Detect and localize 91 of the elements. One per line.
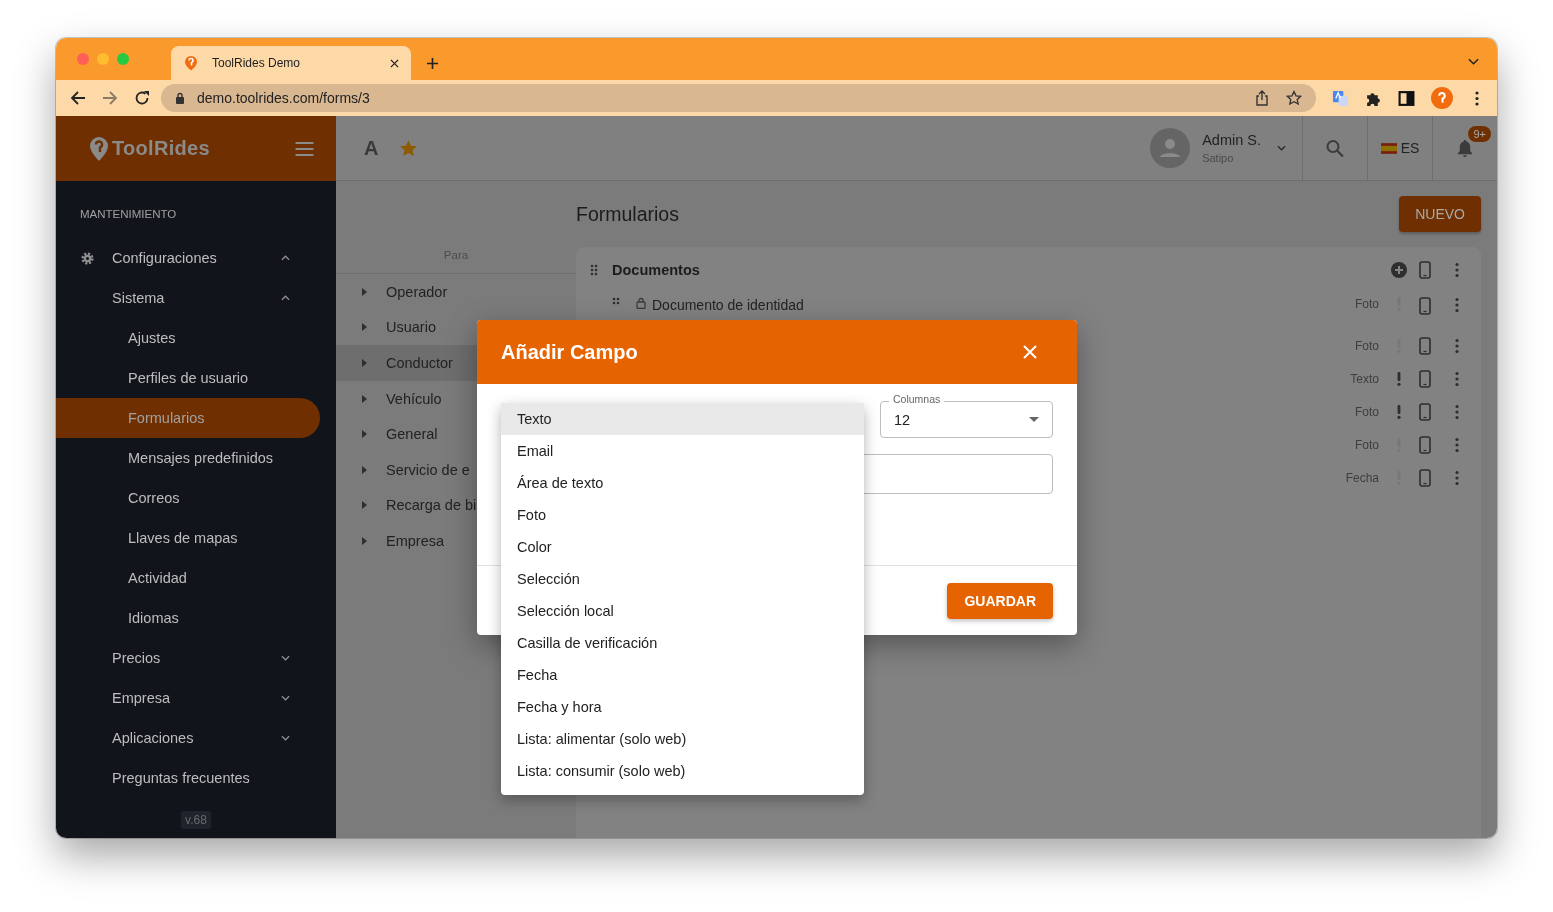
user-name: Admin S.: [1202, 132, 1261, 148]
language-button[interactable]: ES: [1368, 116, 1433, 180]
notification-badge: 9+: [1468, 126, 1491, 142]
phone-icon[interactable]: [1417, 468, 1433, 487]
share-icon[interactable]: [1254, 90, 1270, 106]
caret-right-icon: [362, 465, 367, 474]
close-icon[interactable]: [390, 58, 399, 68]
chevron-down-icon: [281, 735, 290, 741]
pin-logo-icon: [183, 55, 199, 71]
pin-logo-icon: [89, 135, 109, 162]
menu-icon[interactable]: [295, 141, 314, 156]
caret-right-icon: [362, 394, 367, 403]
phone-icon[interactable]: [1417, 297, 1433, 315]
section-heading: MANTENIMIENTO: [79, 207, 178, 222]
address-bar[interactable]: demo.toolrides.com/forms/3: [161, 84, 1316, 112]
drag-handle-icon[interactable]: [590, 264, 598, 276]
chevron-down-icon: [281, 655, 290, 661]
sidebar-item[interactable]: Mensajes predefinidos: [56, 438, 320, 478]
phone-icon[interactable]: [1417, 435, 1433, 454]
sidebar-item[interactable]: Actividad: [56, 558, 320, 598]
required-icon[interactable]: [1397, 404, 1401, 419]
dropdown-arrow-icon: [1029, 417, 1039, 422]
back-arrow-icon[interactable]: [70, 90, 86, 106]
version-label: v.68: [181, 811, 211, 829]
tab-title: ToolRides Demo: [212, 56, 301, 70]
phone-icon[interactable]: [1417, 261, 1433, 279]
bell-icon[interactable]: [1456, 138, 1474, 158]
caret-right-icon: [362, 430, 367, 439]
search-icon[interactable]: [1326, 138, 1344, 158]
sidebar-item[interactable]: Formularios: [56, 398, 320, 438]
caret-right-icon: [362, 287, 367, 296]
star-icon[interactable]: [399, 138, 419, 158]
sidebar-item[interactable]: Precios: [56, 638, 320, 678]
new-button[interactable]: NUEVO: [1399, 196, 1481, 232]
plus-icon[interactable]: [426, 57, 439, 70]
sidebar-item[interactable]: Ajustes: [56, 318, 320, 358]
settings-icon: [80, 250, 95, 266]
field-type: Foto: [1355, 338, 1379, 353]
chevron-up-icon: [281, 255, 290, 261]
sidebar-item[interactable]: Llaves de mapas: [56, 518, 320, 558]
chevron-down-icon[interactable]: [1468, 58, 1479, 66]
caret-right-icon: [362, 536, 367, 545]
field-type: Texto: [1350, 371, 1379, 386]
required-icon[interactable]: [1397, 371, 1401, 386]
field-type: Fecha: [1345, 470, 1379, 485]
caret-right-icon: [362, 501, 367, 510]
menu-option[interactable]: Lista: consumir (solo web): [501, 755, 864, 787]
menu-option[interactable]: Casilla de verificación: [501, 627, 864, 659]
more-vertical-icon[interactable]: [1475, 89, 1479, 107]
phone-icon[interactable]: [1417, 336, 1433, 355]
field-type: Foto: [1355, 437, 1379, 452]
add-circle-icon[interactable]: [1391, 261, 1407, 279]
sidebar-item[interactable]: Perfiles de usuario: [56, 358, 320, 398]
field-type: Foto: [1355, 297, 1379, 311]
chevron-down-icon[interactable]: [1277, 145, 1286, 151]
lock-icon: [636, 297, 646, 309]
field-type: Foto: [1355, 404, 1379, 419]
brand-name: ToolRides: [112, 137, 210, 160]
menu-option[interactable]: Selección local: [501, 595, 864, 627]
profile-icon[interactable]: [1431, 87, 1453, 109]
forward-arrow-icon[interactable]: [102, 90, 118, 106]
lock-icon: [175, 92, 185, 104]
sidebar-item[interactable]: Empresa: [56, 678, 320, 718]
field-name: Documento de identidad: [652, 297, 804, 313]
chevron-up-icon: [281, 295, 290, 301]
sidebar-item[interactable]: Idiomas: [56, 598, 320, 638]
menu-option[interactable]: Fecha y hora: [501, 691, 864, 723]
sidebar-item[interactable]: Preguntas frecuentes: [56, 758, 320, 798]
drag-handle-icon[interactable]: [612, 297, 620, 305]
caret-right-icon: [362, 323, 367, 332]
flag-icon: [1380, 142, 1397, 154]
chevron-down-icon: [281, 695, 290, 701]
menu-option[interactable]: Lista: alimentar (solo web): [501, 723, 864, 755]
sidebar-item[interactable]: Sistema: [56, 278, 320, 318]
sidebar-icon[interactable]: [1398, 89, 1415, 107]
card-title: Documentos: [612, 262, 700, 278]
caret-right-icon: [362, 359, 367, 367]
menu-option[interactable]: Fecha: [501, 659, 864, 691]
phone-icon[interactable]: [1417, 402, 1433, 421]
sidebar-item[interactable]: Configuraciones: [56, 238, 320, 278]
url-text: demo.toolrides.com/forms/3: [197, 90, 370, 106]
menu-option[interactable]: Selección: [501, 563, 864, 595]
phone-icon[interactable]: [1417, 369, 1433, 388]
browser-tab[interactable]: ToolRides Demo: [171, 46, 411, 80]
star-outline-icon[interactable]: [1286, 90, 1302, 106]
sidebar-item[interactable]: Aplicaciones: [56, 718, 320, 758]
translate-icon[interactable]: [1332, 89, 1349, 107]
reload-icon[interactable]: [134, 90, 150, 106]
sidebar-item[interactable]: Correos: [56, 478, 320, 518]
page-title: Formularios: [576, 202, 679, 226]
menu-option[interactable]: Texto: [501, 403, 864, 435]
